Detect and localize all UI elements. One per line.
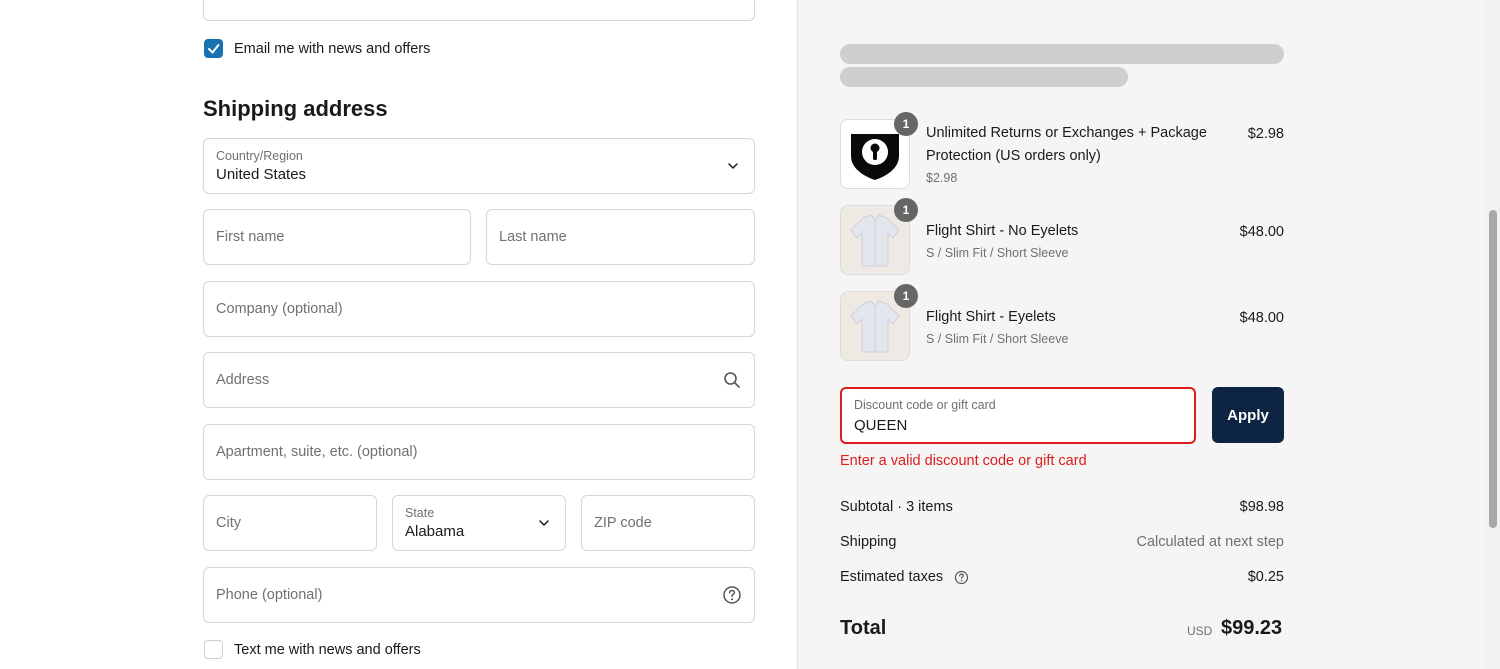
city-placeholder: City — [216, 515, 241, 531]
taxes-label: Estimated taxes — [840, 569, 944, 585]
zip-input[interactable]: ZIP code — [581, 495, 755, 551]
city-input[interactable]: City — [203, 495, 377, 551]
email-news-checkbox[interactable] — [204, 39, 223, 58]
last-name-input[interactable]: Last name — [486, 209, 755, 265]
scrollbar-thumb[interactable] — [1489, 210, 1497, 528]
chevron-down-icon — [728, 163, 738, 170]
discount-error-message: Enter a valid discount code or gift card — [840, 453, 1087, 469]
loading-placeholder-bar — [840, 67, 1128, 87]
item-price: $2.98 — [1247, 126, 1284, 142]
shipping-value: Calculated at next step — [1136, 534, 1284, 550]
apartment-input[interactable]: Apartment, suite, etc. (optional) — [203, 424, 755, 480]
address-placeholder: Address — [216, 372, 270, 388]
company-input[interactable]: Company (optional) — [203, 281, 755, 337]
company-placeholder: Company (optional) — [216, 301, 343, 317]
taxes-value: $0.25 — [1247, 569, 1284, 585]
contact-field[interactable] — [203, 0, 755, 21]
help-icon[interactable] — [722, 585, 742, 605]
loading-placeholder-bar — [840, 44, 1284, 64]
total-label: Total — [840, 617, 887, 639]
discount-value: QUEEN — [854, 417, 908, 434]
zip-placeholder: ZIP code — [594, 515, 652, 531]
search-icon — [724, 372, 740, 388]
subtotal-label: Subtotal · 3 items — [840, 499, 953, 515]
item-subtitle: S / Slim Fit / Short Sleeve — [926, 246, 1069, 260]
quantity-badge: 1 — [894, 284, 918, 308]
subtotal-value: $98.98 — [1239, 499, 1284, 515]
item-price: $48.00 — [1239, 224, 1284, 240]
info-icon[interactable] — [954, 570, 969, 585]
country-value: United States — [216, 166, 307, 183]
state-value: Alabama — [405, 523, 465, 540]
item-title: Flight Shirt - Eyelets — [926, 309, 1056, 325]
item-subtitle: $2.98 — [926, 171, 958, 185]
checkout-form-panel: Email me with news and offers Shipping a… — [0, 0, 797, 669]
apartment-placeholder: Apartment, suite, etc. (optional) — [216, 444, 418, 460]
item-subtitle: S / Slim Fit / Short Sleeve — [926, 332, 1069, 346]
state-label: State — [405, 506, 435, 520]
shipping-heading: Shipping address — [203, 96, 388, 121]
apply-discount-button[interactable]: Apply — [1212, 387, 1284, 443]
scrollbar[interactable] — [1485, 0, 1500, 669]
discount-label: Discount code or gift card — [854, 398, 996, 412]
shipping-label: Shipping — [840, 534, 897, 550]
country-select[interactable]: Country/Region United States — [203, 138, 755, 194]
text-news-label: Text me with news and offers — [234, 642, 421, 658]
item-title: Flight Shirt - No Eyelets — [926, 223, 1079, 239]
phone-placeholder: Phone (optional) — [216, 587, 323, 603]
checkmark-icon — [208, 44, 220, 54]
first-name-input[interactable]: First name — [203, 209, 471, 265]
discount-code-input[interactable]: Discount code or gift card QUEEN — [840, 387, 1196, 444]
total-value: $99.23 — [1221, 617, 1283, 639]
item-price: $48.00 — [1239, 310, 1284, 326]
chevron-down-icon — [539, 520, 549, 527]
state-select[interactable]: State Alabama — [392, 495, 566, 551]
item-title-line2: Protection (US orders only) — [926, 148, 1101, 164]
email-news-label: Email me with news and offers — [234, 41, 431, 57]
country-label: Country/Region — [216, 149, 303, 163]
quantity-badge: 1 — [894, 198, 918, 222]
address-input[interactable]: Address — [203, 352, 755, 408]
phone-input[interactable]: Phone (optional) — [203, 567, 755, 623]
last-name-placeholder: Last name — [499, 229, 567, 245]
total-currency: USD — [1187, 624, 1213, 638]
text-news-checkbox[interactable] — [204, 640, 223, 659]
quantity-badge: 1 — [894, 112, 918, 136]
first-name-placeholder: First name — [216, 229, 285, 245]
item-title: Unlimited Returns or Exchanges + Package — [926, 125, 1207, 141]
